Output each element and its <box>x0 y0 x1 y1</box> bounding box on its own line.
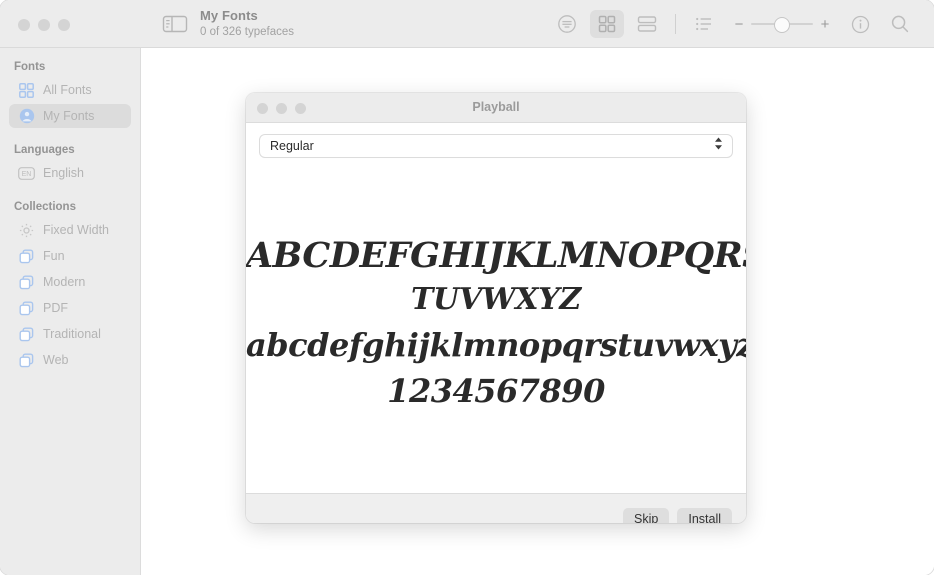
font-book-window: My Fonts 0 of 326 typefaces − + Fonts Al… <box>0 0 934 575</box>
font-specimen: ABCDEFGHIJKLMNOPQRS TUVWXYZ abcdefghijkl… <box>246 233 746 415</box>
sidebar-item-label: Fun <box>43 249 65 263</box>
sidebar-item-web[interactable]: Web <box>9 348 131 372</box>
sidebar-item-modern[interactable]: Modern <box>9 270 131 294</box>
specimen-uppercase-line-1: ABCDEFGHIJKLMNOPQRS <box>246 235 746 276</box>
dialog-traffic-lights <box>257 103 306 114</box>
sidebar-item-fixed-width[interactable]: Fixed Width <box>9 218 131 242</box>
sidebar-item-all-fonts[interactable]: All Fonts <box>9 78 131 102</box>
install-button[interactable]: Install <box>677 508 732 523</box>
grid-view-button[interactable] <box>590 10 624 38</box>
toolbar-actions: − + <box>547 0 920 48</box>
window-title-block: My Fonts 0 of 326 typefaces <box>200 9 294 39</box>
sidebar-item-label: Traditional <box>43 327 101 341</box>
zoom-slider[interactable] <box>751 17 813 33</box>
stacked-squares-icon <box>18 248 35 265</box>
en-badge-icon: EN <box>18 165 35 182</box>
zoom-slider-thumb[interactable] <box>773 17 790 33</box>
typeface-count: 0 of 326 typefaces <box>200 26 294 38</box>
sidebar-item-label: All Fonts <box>43 83 92 97</box>
window-traffic-lights <box>18 19 70 31</box>
split-view-icon <box>637 16 657 32</box>
sidebar-item-traditional[interactable]: Traditional <box>9 322 131 346</box>
stacked-squares-icon <box>18 300 35 317</box>
sidebar-item-english[interactable]: EN English <box>9 161 131 185</box>
dialog-title: Playball <box>472 100 520 114</box>
search-icon <box>891 15 909 33</box>
zoom-slider-control[interactable]: − + <box>734 17 830 33</box>
sidebar-item-my-fonts[interactable]: My Fonts <box>9 104 131 128</box>
stacked-squares-icon <box>18 274 35 291</box>
zoom-button[interactable] <box>58 19 70 31</box>
lines-in-circle-icon <box>558 15 576 33</box>
skip-button[interactable]: Skip <box>623 508 670 523</box>
list-view-button[interactable] <box>687 10 721 38</box>
sidebar-item-pdf[interactable]: PDF <box>9 296 131 320</box>
font-style-select-value: Regular <box>270 139 314 153</box>
chevron-updown-icon <box>713 136 724 157</box>
list-view-icon <box>696 17 711 31</box>
sidebar-section-header-fonts: Fonts <box>14 61 46 73</box>
sidebar-item-label: PDF <box>43 301 68 315</box>
sidebar-item-label: Web <box>43 353 69 367</box>
dialog-body: Regular ABCDEFGHIJKLMNOPQRS TUVWXYZ abcd… <box>246 123 746 493</box>
dialog-zoom-button[interactable] <box>295 103 306 114</box>
search-button[interactable] <box>883 10 917 38</box>
close-button[interactable] <box>18 19 30 31</box>
svg-text:EN: EN <box>22 171 32 178</box>
sidebar-section-header-languages: Languages <box>14 144 75 156</box>
sidebar-item-label: Modern <box>43 275 86 289</box>
style-select-row: Regular <box>246 123 746 157</box>
sidebar-item-label: English <box>43 166 84 180</box>
dialog-minimize-button[interactable] <box>276 103 287 114</box>
dialog-close-button[interactable] <box>257 103 268 114</box>
grid-view-icon <box>598 15 616 33</box>
person-circle-icon <box>18 108 35 125</box>
dialog-titlebar: Playball <box>246 93 746 123</box>
toolbar-divider <box>675 14 676 34</box>
sidebar-item-fun[interactable]: Fun <box>9 244 131 268</box>
stacked-squares-icon <box>18 326 35 343</box>
specimen-numerals-line: 1234567890 <box>387 372 605 411</box>
specimen-lowercase-line: abcdefghijklmnopqrstuvwxyz <box>246 325 746 364</box>
zoom-out-label[interactable]: − <box>734 17 744 32</box>
toolbar: My Fonts 0 of 326 typefaces − + <box>0 0 934 48</box>
info-button[interactable] <box>843 10 877 38</box>
minimize-button[interactable] <box>38 19 50 31</box>
split-view-button[interactable] <box>630 10 664 38</box>
preview-options-button[interactable] <box>550 10 584 38</box>
sidebar-toggle-icon[interactable] <box>162 14 188 34</box>
sidebar: Fonts All Fonts My Fonts Languages EN En… <box>0 48 141 575</box>
sidebar-item-label: Fixed Width <box>43 223 109 237</box>
font-install-dialog: Playball Regular ABCDEFGHIJKLMNOPQRS TUV… <box>246 93 746 523</box>
gear-icon <box>18 222 35 239</box>
info-circle-icon <box>851 15 869 33</box>
page-title: My Fonts <box>200 8 258 23</box>
dialog-action-buttons: Skip Install <box>623 508 732 523</box>
sidebar-section-header-collections: Collections <box>14 201 76 213</box>
font-style-select[interactable]: Regular <box>260 135 732 157</box>
specimen-uppercase-line-2: TUVWXYZ <box>411 282 581 318</box>
grid-icon <box>18 82 35 99</box>
stacked-squares-icon <box>18 352 35 369</box>
dialog-footer: Skip Install <box>246 493 746 523</box>
zoom-in-label[interactable]: + <box>820 17 830 32</box>
sidebar-item-label: My Fonts <box>43 109 95 123</box>
